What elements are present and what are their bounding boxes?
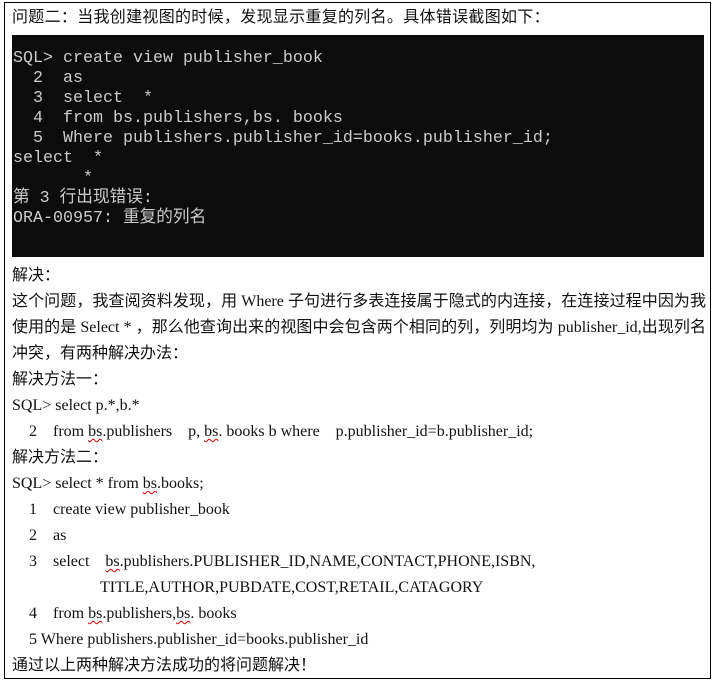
method-two-sql-line-0: SQL> select * from bs.books; (12, 471, 706, 497)
terminal-line: 4 from bs.publishers,bs. books (12, 109, 343, 128)
line-number: 2 (29, 527, 37, 544)
method-one-sql-line-2: 2 from bs.publishers p, bs. books b wher… (12, 419, 706, 445)
line-number: 1 (29, 501, 37, 518)
code-text: .publishers.PUBLISHER_ID,NAME,CONTACT,PH… (119, 553, 536, 570)
code-text: create view publisher_book (53, 501, 230, 518)
spellcheck-word: bs (88, 605, 103, 622)
method-two-sql-line-4: 4 from bs.publishers,bs. books (12, 601, 706, 627)
line-number: 4 (29, 605, 37, 622)
code-text: from (53, 423, 89, 440)
terminal-line: 3 select * (12, 89, 153, 108)
method-one-sql-line: SQL> select p.*,b.* (12, 397, 140, 414)
terminal-line: * (12, 169, 93, 188)
method-two-sql-line-3-continued: TITLE,AUTHOR,PUBDATE,COST,RETAIL,CATAGOR… (100, 579, 484, 596)
document-frame: 问题二：当我创建视图的时候，发现显示重复的列名。具体错误截图如下： SQL> c… (4, 2, 711, 679)
terminal-line: select * (12, 149, 103, 168)
code-text: . books (190, 605, 237, 622)
terminal-line: 5 Where publishers.publisher_id=books.pu… (12, 129, 553, 148)
code-text: SQL> select * from (12, 475, 143, 492)
code-text: as (53, 527, 67, 544)
conclusion-text: 通过以上两种解决方法成功的将问题解决！ (12, 657, 317, 674)
method-two-sql-line-5: 5 Where publishers.publisher_id=books.pu… (29, 631, 369, 648)
code-text: .books; (157, 475, 204, 492)
problem-heading: 问题二：当我创建视图的时候，发现显示重复的列名。具体错误截图如下： (12, 9, 550, 26)
terminal-line: 2 as (12, 69, 83, 88)
spellcheck-word: bs (204, 423, 219, 440)
code-text: select (53, 553, 106, 570)
explanation-paragraph: 这个问题，我查阅资料发现，用 Where 子句进行多表连接属于隐式的内连接，在连… (12, 293, 706, 362)
terminal-error-line: 第 3 行出现错误: (12, 189, 153, 208)
method-two-sql-line-1: 1 create view publisher_book (12, 497, 706, 523)
line-number: 2 (29, 423, 37, 440)
spellcheck-word: bs (88, 423, 103, 440)
code-text: .publishers p, (102, 423, 205, 440)
spellcheck-word: bs (105, 553, 120, 570)
terminal-error-code: ORA-00957: 重复的列名 (12, 209, 207, 228)
code-text: . books b where p.publisher_id=b.publish… (218, 423, 534, 440)
terminal-screenshot: SQL> create view publisher_book 2 as 3 s… (12, 35, 704, 257)
method-two-title: 解决方法二： (12, 449, 109, 466)
code-text: .publishers, (102, 605, 177, 622)
spellcheck-word: bs (142, 475, 158, 492)
line-number: 3 (29, 553, 37, 570)
solution-label: 解决： (12, 267, 61, 284)
method-two-sql-line-2: 2 as (12, 523, 706, 549)
solution-section: 解决： 这个问题，我查阅资料发现，用 Where 子句进行多表连接属于隐式的内连… (12, 263, 706, 679)
terminal-line: SQL> create view publisher_book (12, 49, 323, 68)
code-text: from (53, 605, 89, 622)
method-one-title: 解决方法一： (12, 371, 109, 388)
method-two-sql-line-3: 3 select bs.publishers.PUBLISHER_ID,NAME… (12, 549, 706, 575)
spellcheck-word: bs (176, 605, 191, 622)
